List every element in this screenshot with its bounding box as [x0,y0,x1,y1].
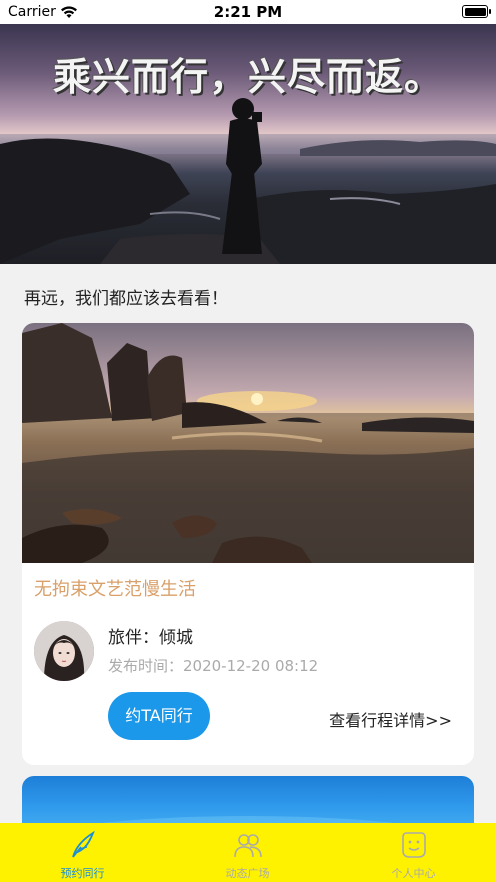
tab-profile[interactable]: 个人中心 [331,823,496,882]
trip-title[interactable]: 无拘束文艺范慢生活 [34,575,196,601]
companion-avatar[interactable] [34,621,94,681]
hero-banner: 乘兴而行，兴尽而返。 [0,24,496,264]
face-icon [331,829,496,861]
hero-slogan: 乘兴而行，兴尽而返。 [52,55,443,99]
status-bar: Carrier 2:21 PM [0,0,496,24]
publish-time: 发布时间：2020-12-20 08:12 [108,657,319,675]
feather-icon [0,829,165,861]
battery-icon [462,5,491,18]
tab-bar: 预约同行 动态广场 个人中心 [0,823,496,882]
clock: 2:21 PM [213,3,283,21]
trip-card[interactable]: 无拘束文艺范慢生活 旅伴：倾城 发布时间：2020-12-20 08:12 约T… [22,323,474,765]
tab-label: 个人中心 [391,867,436,880]
trip-photo[interactable] [22,323,474,563]
intro-text: 再远，我们都应该去看看！ [24,289,228,309]
tab-reserve-trip[interactable]: 预约同行 [0,823,165,882]
tab-label: 动态广场 [225,867,270,880]
tab-label: 预约同行 [60,867,105,880]
companion-name: 旅伴：倾城 [108,628,193,648]
invite-button[interactable]: 约TA同行 [108,692,210,740]
tab-activity-square[interactable]: 动态广场 [165,823,330,882]
people-icon [165,829,330,861]
view-trip-detail-link[interactable]: 查看行程详情>> [329,707,452,731]
